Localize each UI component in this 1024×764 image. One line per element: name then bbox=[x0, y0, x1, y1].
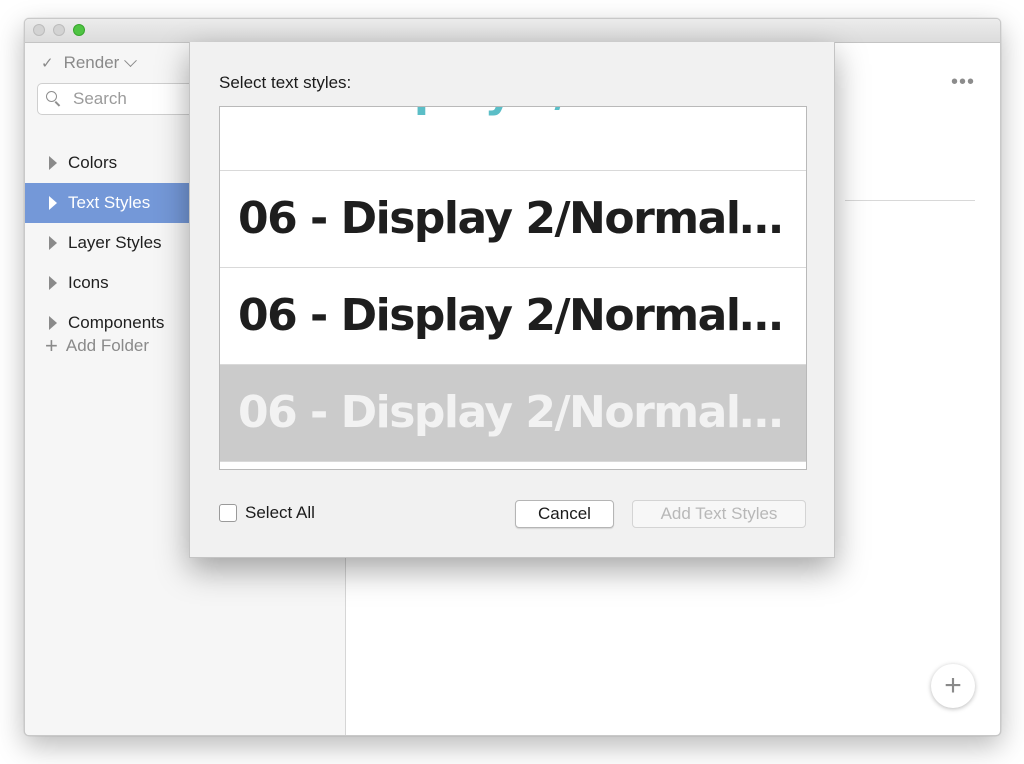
disclosure-triangle-icon[interactable] bbox=[49, 236, 57, 250]
sidebar-item-label: Components bbox=[68, 313, 165, 332]
select-all-checkbox[interactable]: Select All bbox=[219, 503, 315, 523]
add-item-button[interactable]: + bbox=[931, 664, 975, 708]
text-style-row[interactable]: 06 - Display 2/Normal/... bbox=[220, 171, 806, 268]
disclosure-triangle-icon[interactable] bbox=[49, 316, 57, 330]
text-style-list[interactable]: 06 - Display 2/Normal/... 06 - Display 2… bbox=[219, 106, 807, 470]
cancel-button[interactable]: Cancel bbox=[515, 500, 614, 528]
dialog-title: Select text styles: bbox=[219, 73, 352, 92]
text-style-row-disabled: 06 - Display 2/Normal/... bbox=[220, 365, 806, 462]
disclosure-triangle-icon[interactable] bbox=[49, 196, 57, 210]
checkmark-icon: ✓ bbox=[41, 55, 54, 72]
text-style-preview: 06 - Display 2/Normal/... bbox=[238, 387, 788, 438]
checkbox-box[interactable] bbox=[219, 504, 237, 522]
more-options-button[interactable]: ••• bbox=[951, 71, 975, 94]
text-style-row[interactable]: 06 - Display 2/Normal/... bbox=[220, 107, 806, 171]
disclosure-triangle-icon[interactable] bbox=[49, 156, 57, 170]
add-text-styles-button[interactable]: Add Text Styles bbox=[632, 500, 806, 528]
search-icon bbox=[46, 91, 62, 107]
add-folder-button[interactable]: + Add Folder bbox=[45, 335, 149, 357]
library-selector[interactable]: ✓ Render bbox=[41, 53, 138, 73]
title-bar bbox=[25, 19, 1000, 43]
text-style-preview: 06 - Display 2/Normal/... bbox=[238, 290, 788, 341]
minimize-window-button[interactable] bbox=[53, 24, 65, 36]
sidebar-item-label: Icons bbox=[68, 273, 109, 292]
select-text-styles-dialog: Select text styles: 06 - Display 2/Norma… bbox=[189, 42, 835, 558]
text-style-preview: 06 - Display 2/Normal/... bbox=[238, 107, 788, 117]
sidebar-item-label: Layer Styles bbox=[68, 233, 162, 252]
library-label: Render bbox=[63, 53, 120, 72]
divider bbox=[845, 200, 975, 201]
sidebar-item-label: Text Styles bbox=[68, 193, 151, 212]
text-style-preview: 06 - Display 2/Normal/... bbox=[238, 193, 788, 244]
disclosure-triangle-icon[interactable] bbox=[49, 276, 57, 290]
close-window-button[interactable] bbox=[33, 24, 45, 36]
add-folder-label: Add Folder bbox=[65, 336, 150, 355]
chevron-down-icon bbox=[124, 53, 138, 67]
zoom-window-button[interactable] bbox=[73, 24, 85, 36]
text-style-row[interactable]: 06 - Display 2/Normal/... bbox=[220, 268, 806, 365]
select-all-label: Select All bbox=[245, 503, 315, 522]
plus-icon: + bbox=[45, 333, 58, 358]
sidebar-item-label: Colors bbox=[68, 153, 118, 172]
